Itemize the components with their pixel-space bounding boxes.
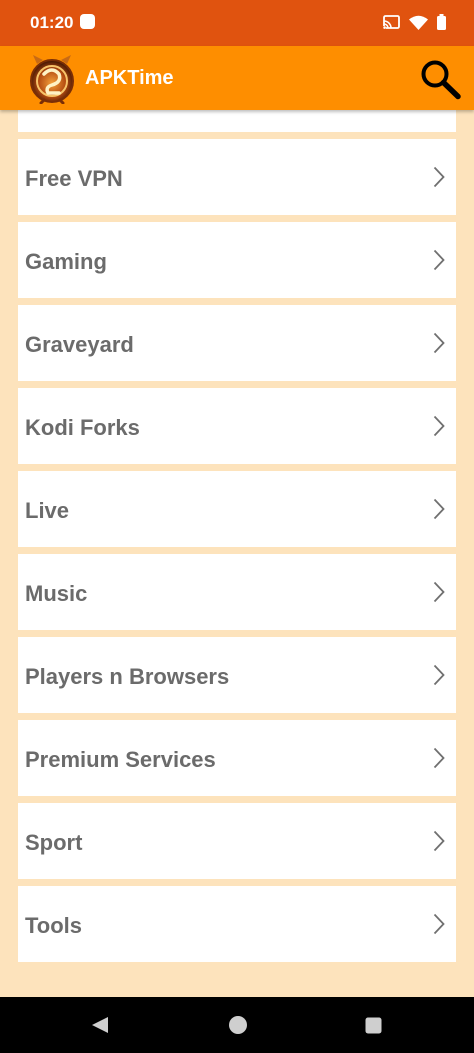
- search-button[interactable]: [418, 58, 462, 100]
- category-list[interactable]: Fire Devices Only Free VPN Gaming Graveyard…: [0, 110, 474, 997]
- cast-icon: [383, 14, 400, 30]
- category-label: Music: [25, 581, 88, 606]
- category-row-players-n-browsers[interactable]: Players n Browsers: [18, 637, 456, 713]
- back-icon: [92, 1017, 108, 1033]
- chevron-right-icon: [433, 332, 445, 354]
- category-row-fire-devices-only[interactable]: Fire Devices Only: [18, 110, 456, 132]
- category-label: Premium Services: [25, 747, 216, 772]
- category-row-kodi-forks[interactable]: Kodi Forks: [18, 388, 456, 464]
- category-row-graveyard[interactable]: Graveyard: [18, 305, 456, 381]
- category-label: Live: [25, 498, 70, 523]
- category-label: Sport: [25, 830, 83, 855]
- category-row-live[interactable]: Live: [18, 471, 456, 547]
- category-label: Free VPN: [25, 166, 123, 191]
- chevron-right-icon: [433, 415, 445, 437]
- category-row-music[interactable]: Music: [18, 554, 456, 630]
- wifi-icon: [409, 15, 428, 30]
- category-label: Gaming: [25, 249, 107, 274]
- back-button[interactable]: [90, 1016, 110, 1034]
- chevron-right-icon: [433, 664, 445, 686]
- navigation-bar: [0, 997, 474, 1053]
- chevron-right-icon: [433, 498, 445, 520]
- search-icon: [421, 60, 461, 100]
- apktime-logo-icon: [30, 55, 74, 104]
- home-icon: [229, 1016, 247, 1034]
- category-row-free-vpn[interactable]: Free VPN: [18, 139, 456, 215]
- category-label: Graveyard: [25, 332, 134, 357]
- chevron-right-icon: [433, 581, 445, 603]
- home-button[interactable]: [228, 1015, 248, 1035]
- status-icons: [383, 14, 446, 30]
- category-row-tools[interactable]: Tools: [18, 886, 456, 962]
- category-row-premium-services[interactable]: Premium Services: [18, 720, 456, 796]
- app-title: APKTime: [85, 67, 174, 89]
- category-row-sport[interactable]: Sport: [18, 803, 456, 879]
- chevron-right-icon: [433, 747, 445, 769]
- chevron-right-icon: [433, 830, 445, 852]
- chevron-right-icon: [433, 913, 445, 935]
- recents-icon: [365, 1017, 382, 1034]
- recents-button[interactable]: [365, 1017, 382, 1034]
- chevron-right-icon: [433, 166, 445, 188]
- notification-icon: [80, 14, 95, 29]
- category-label: Kodi Forks: [25, 415, 140, 440]
- category-label: Players n Browsers: [25, 664, 230, 689]
- status-bar: 01:20: [0, 0, 474, 46]
- status-time: 01:20: [30, 13, 74, 32]
- battery-icon: [437, 14, 446, 30]
- chevron-right-icon: [433, 249, 445, 271]
- category-row-gaming[interactable]: Gaming: [18, 222, 456, 298]
- category-label: Tools: [25, 913, 83, 938]
- app-bar: APKTime: [0, 46, 474, 110]
